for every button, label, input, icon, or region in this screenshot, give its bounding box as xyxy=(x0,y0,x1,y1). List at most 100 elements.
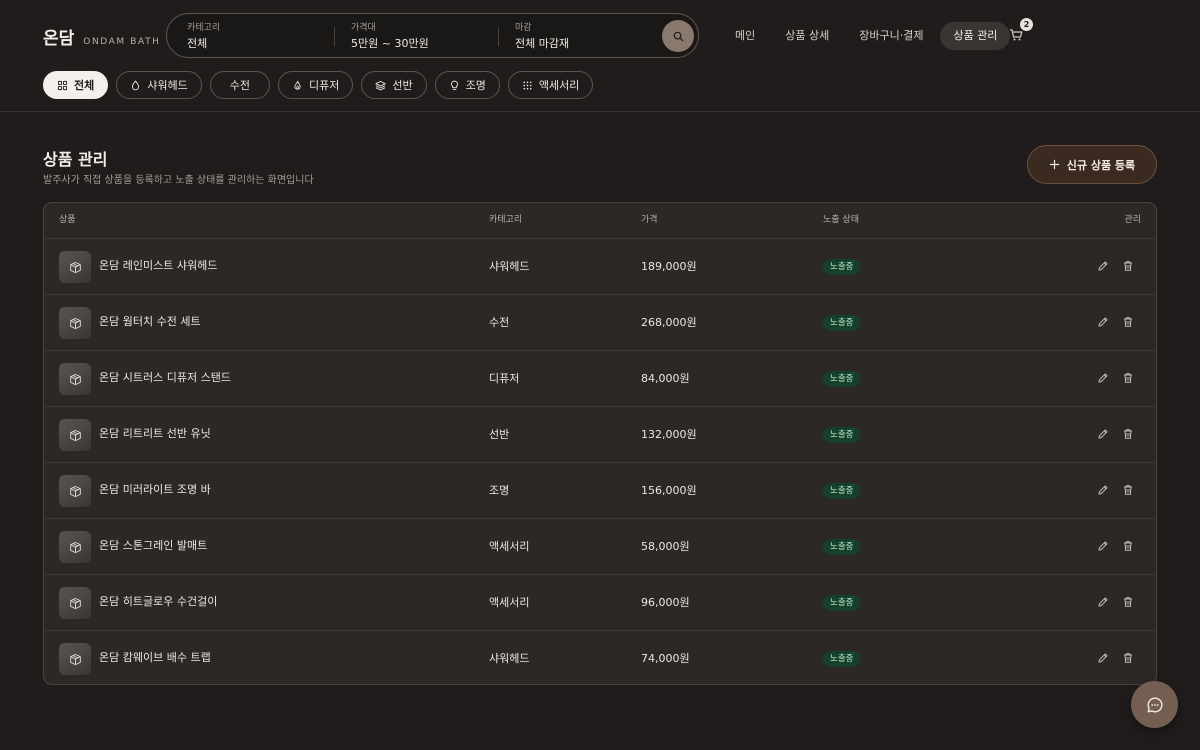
table-row[interactable]: 온담 레인미스트 샤워헤드 샤워헤드 189,000원 노출중 xyxy=(44,239,1156,295)
search-divider xyxy=(498,27,499,46)
table-row[interactable]: 온담 리트리트 선반 유닛 선반 132,000원 노출중 xyxy=(44,407,1156,463)
chat-bubble-icon xyxy=(1147,696,1163,712)
product-category: 수전 xyxy=(489,316,510,329)
nav-main[interactable]: 메인 xyxy=(722,22,768,50)
header-product: 상품 xyxy=(59,215,76,225)
status-badge: 노출중 xyxy=(823,651,861,667)
product-name: 온담 스톤그레인 발매트 xyxy=(99,539,208,552)
table-row[interactable]: 온담 웜터치 수전 세트 수전 268,000원 노출중 xyxy=(44,295,1156,351)
brand-name-ko: 온담 xyxy=(43,29,75,49)
edit-icon[interactable] xyxy=(1097,428,1109,440)
search-button[interactable] xyxy=(662,20,694,52)
status-badge: 노출중 xyxy=(823,483,861,499)
filter-chip-faucet[interactable]: 수전 xyxy=(209,71,270,99)
search-price-field[interactable]: 가격대 5만원 ~ 30만원 xyxy=(351,23,429,51)
product-name: 온담 리트리트 선반 유닛 xyxy=(99,427,211,440)
header-price: 가격 xyxy=(641,215,658,225)
edit-icon[interactable] xyxy=(1097,540,1109,552)
trash-icon[interactable] xyxy=(1122,316,1134,328)
filter-chip-label: 선반 xyxy=(392,79,413,92)
product-name: 온담 웜터치 수전 세트 xyxy=(99,315,201,328)
filter-chip-showerhead[interactable]: 샤워헤드 xyxy=(116,71,202,99)
edit-icon[interactable] xyxy=(1097,596,1109,608)
product-thumbnail xyxy=(59,531,91,563)
header-category: 카테고리 xyxy=(489,215,523,225)
status-badge: 노출중 xyxy=(823,259,861,275)
box-icon xyxy=(69,597,81,609)
product-price: 58,000원 xyxy=(641,540,690,553)
filter-chip-label: 전체 xyxy=(74,79,95,92)
table-row[interactable]: 온담 시트러스 디퓨저 스탠드 디퓨저 84,000원 노출중 xyxy=(44,351,1156,407)
trash-icon[interactable] xyxy=(1122,372,1134,384)
filter-chip-label: 수전 xyxy=(229,79,250,92)
product-name: 온담 미러라이트 조명 바 xyxy=(99,483,211,496)
edit-icon[interactable] xyxy=(1097,372,1109,384)
nav-cart-checkout[interactable]: 장바구니·결제 xyxy=(846,22,936,50)
search-price-label: 가격대 xyxy=(351,23,376,33)
search-bar: 카테고리 전체 가격대 5만원 ~ 30만원 마감 전체 마감재 xyxy=(166,13,699,58)
filter-chip-all[interactable]: 전체 xyxy=(43,71,109,99)
brand-logo[interactable]: 온담 ONDAM BATH xyxy=(43,24,161,49)
box-icon xyxy=(69,261,81,273)
search-category-field[interactable]: 카테고리 전체 xyxy=(187,23,220,51)
add-product-label: 신규 상품 등록 xyxy=(1066,158,1136,172)
product-category: 샤워헤드 xyxy=(489,652,530,665)
plus-icon xyxy=(1049,159,1060,170)
nav-product-manage[interactable]: 상품 관리 xyxy=(940,22,1011,50)
trash-icon[interactable] xyxy=(1122,428,1134,440)
droplet-icon xyxy=(132,79,140,90)
filter-chip-diffuser[interactable]: 디퓨저 xyxy=(277,71,354,99)
trash-icon[interactable] xyxy=(1122,652,1134,664)
product-price: 132,000원 xyxy=(641,428,697,441)
status-badge: 노출중 xyxy=(823,427,861,443)
chat-button[interactable] xyxy=(1131,681,1178,728)
table-row[interactable]: 온담 미러라이트 조명 바 조명 156,000원 노출중 xyxy=(44,463,1156,519)
dots-grid-icon xyxy=(523,80,532,90)
table-row[interactable]: 온담 캄웨이브 배수 트랩 샤워헤드 74,000원 노출중 xyxy=(44,631,1156,684)
add-product-button[interactable]: 신규 상품 등록 xyxy=(1027,145,1157,184)
product-price: 189,000원 xyxy=(641,260,697,273)
search-category-value: 전체 xyxy=(187,37,208,50)
product-thumbnail xyxy=(59,587,91,619)
box-icon xyxy=(69,429,81,441)
product-thumbnail xyxy=(59,419,91,451)
product-name: 온담 히트글로우 수건걸이 xyxy=(99,595,218,608)
box-icon xyxy=(69,653,81,665)
search-finish-label: 마감 xyxy=(515,23,532,33)
table-header: 상품 카테고리 가격 노출 상태 관리 xyxy=(44,203,1156,239)
table-row[interactable]: 온담 히트글로우 수건걸이 액세서리 96,000원 노출중 xyxy=(44,575,1156,631)
product-price: 74,000원 xyxy=(641,652,690,665)
filter-chip-lighting[interactable]: 조명 xyxy=(434,71,500,99)
trash-icon[interactable] xyxy=(1122,260,1134,272)
status-badge: 노출중 xyxy=(823,539,861,555)
status-badge: 노출중 xyxy=(823,315,861,331)
main-nav: 메인 상품 상세 장바구니·결제 상품 관리 xyxy=(722,22,1011,50)
product-thumbnail xyxy=(59,363,91,395)
edit-icon[interactable] xyxy=(1097,652,1109,664)
product-category: 선반 xyxy=(489,428,510,441)
trash-icon[interactable] xyxy=(1122,484,1134,496)
cart-icon[interactable] xyxy=(1009,28,1023,42)
brand-name-en: ONDAM BATH xyxy=(83,37,161,47)
edit-icon[interactable] xyxy=(1097,484,1109,496)
page-title: 상품 관리 xyxy=(43,150,108,169)
nav-product-detail[interactable]: 상품 상세 xyxy=(772,22,842,50)
search-divider xyxy=(334,27,335,46)
filter-chip-shelf[interactable]: 선반 xyxy=(361,71,427,99)
product-category: 디퓨저 xyxy=(489,372,520,385)
edit-icon[interactable] xyxy=(1097,316,1109,328)
box-icon xyxy=(69,485,81,497)
edit-icon[interactable] xyxy=(1097,260,1109,272)
table-row[interactable]: 온담 스톤그레인 발매트 액세서리 58,000원 노출중 xyxy=(44,519,1156,575)
page-subtitle: 발주사가 직접 상품을 등록하고 노출 상태를 관리하는 화면입니다 xyxy=(43,175,314,186)
product-thumbnail xyxy=(59,307,91,339)
search-category-label: 카테고리 xyxy=(187,23,221,33)
search-finish-field[interactable]: 마감 전체 마감재 xyxy=(515,23,569,51)
product-thumbnail xyxy=(59,251,91,283)
filter-chip-accessory[interactable]: 액세서리 xyxy=(507,71,594,99)
status-badge: 노출중 xyxy=(823,595,861,611)
cart-count-badge: 2 xyxy=(1020,18,1033,31)
trash-icon[interactable] xyxy=(1122,540,1134,552)
trash-icon[interactable] xyxy=(1122,596,1134,608)
status-badge: 노출중 xyxy=(823,371,861,387)
